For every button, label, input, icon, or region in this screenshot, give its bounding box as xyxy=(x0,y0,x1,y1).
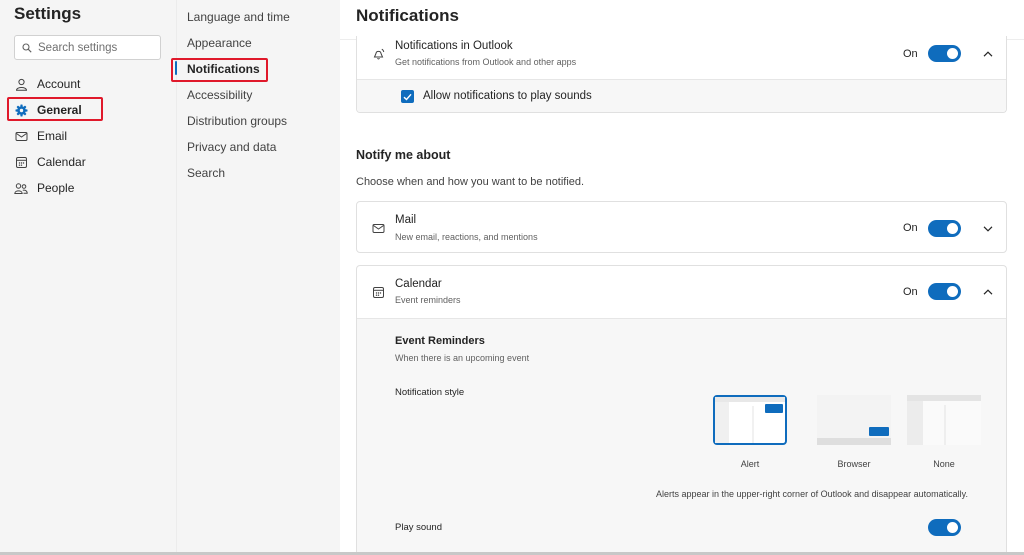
calendar-notifications-toggle[interactable] xyxy=(928,283,961,300)
nav-item-label: Email xyxy=(37,129,68,143)
outlook-notifications-toggle[interactable] xyxy=(928,45,961,62)
chevron-up-icon[interactable] xyxy=(982,286,994,298)
event-reminders-subtitle: When there is an upcoming event xyxy=(395,353,530,363)
event-reminders-panel: Event Reminders When there is an upcomin… xyxy=(357,319,1006,555)
calendar-subtitle: Event reminders xyxy=(395,295,461,305)
play-sound-label: Play sound xyxy=(395,522,443,533)
search-input[interactable] xyxy=(38,41,148,54)
subnav-item-privacy-and-data[interactable]: Privacy and data xyxy=(187,138,276,156)
style-option-alert[interactable] xyxy=(713,395,787,445)
nav-item-people[interactable]: People xyxy=(14,177,74,199)
outlook-toggle-state: On xyxy=(903,48,918,60)
mail-icon xyxy=(14,129,28,143)
style-alert-label: Alert xyxy=(740,459,760,469)
nav-item-label: Account xyxy=(37,77,81,91)
nav-item-label: People xyxy=(37,181,75,195)
gear-icon xyxy=(14,103,28,117)
people-icon xyxy=(14,181,28,195)
mail-toggle-state: On xyxy=(903,222,918,234)
active-indicator xyxy=(175,61,177,75)
none-preview-icon xyxy=(907,395,981,445)
mail-notifications-toggle[interactable] xyxy=(928,220,961,237)
subnav-item-accessibility[interactable]: Accessibility xyxy=(187,86,252,104)
subnav-item-search[interactable]: Search xyxy=(187,164,225,182)
outlook-notifications-title: Notifications in Outlook xyxy=(395,40,513,52)
page-title: Notifications xyxy=(356,6,459,25)
nav-item-label: Calendar xyxy=(37,155,86,169)
subnav-item-language-and-time[interactable]: Language and time xyxy=(187,8,290,26)
chevron-up-icon[interactable] xyxy=(982,48,994,60)
calendar-title: Calendar xyxy=(395,278,442,290)
style-browser-label: Browser xyxy=(837,459,871,469)
nav-item-calendar[interactable]: Calendar xyxy=(14,151,86,173)
browser-preview-icon xyxy=(817,395,891,445)
subnav-item-distribution-groups[interactable]: Distribution groups xyxy=(187,112,287,130)
notify-section-title: Notify me about xyxy=(356,148,451,162)
nav-item-label: General xyxy=(37,103,82,117)
mail-subtitle: New email, reactions, and mentions xyxy=(395,232,538,242)
style-none-label: None xyxy=(933,459,955,469)
alert-preview-icon xyxy=(715,397,785,443)
search-settings-box[interactable] xyxy=(14,35,161,60)
calendar-icon xyxy=(14,155,28,169)
nav-item-general[interactable]: General xyxy=(14,99,82,121)
subnav-item-notifications[interactable]: Notifications xyxy=(187,60,260,78)
subnav-item-appearance[interactable]: Appearance xyxy=(187,34,252,52)
mail-title: Mail xyxy=(395,214,417,226)
nav-item-email[interactable]: Email xyxy=(14,125,67,147)
settings-sidebar: Settings Account Gener xyxy=(0,0,176,555)
search-icon xyxy=(22,42,32,53)
settings-title: Settings xyxy=(14,4,82,23)
chevron-down-icon[interactable] xyxy=(982,223,994,235)
style-option-none[interactable] xyxy=(907,395,981,445)
calendar-notifications-card: Calendar Event reminders On Event Remind… xyxy=(356,265,1007,555)
outlook-notifications-card: Notifications in Outlook Get notificatio… xyxy=(356,36,1007,113)
mail-notifications-card: Mail New email, reactions, and mentions … xyxy=(356,201,1007,253)
person-icon xyxy=(14,77,28,91)
settings-subnav: Language and time Appearance Notificatio… xyxy=(176,0,340,555)
allow-sounds-label: Allow notifications to play sounds xyxy=(423,90,592,102)
notifications-panel: Notifications Notifications in Outlook G… xyxy=(340,0,1024,555)
notification-bell-icon xyxy=(371,46,385,60)
style-option-browser[interactable] xyxy=(817,395,891,445)
calendar-icon xyxy=(371,285,385,299)
calendar-toggle-state: On xyxy=(903,286,918,298)
notification-style-label: Notification style xyxy=(395,387,465,398)
allow-sounds-checkbox[interactable] xyxy=(401,90,414,103)
notify-section-subtitle: Choose when and how you want to be notif… xyxy=(356,176,585,188)
outlook-notifications-subtitle: Get notifications from Outlook and other… xyxy=(395,57,577,67)
alerts-description: Alerts appear in the upper-right corner … xyxy=(655,489,968,499)
play-sound-toggle[interactable] xyxy=(928,519,961,536)
mail-icon xyxy=(371,221,385,235)
nav-item-account[interactable]: Account xyxy=(14,73,80,95)
event-reminders-title: Event Reminders xyxy=(395,335,485,347)
